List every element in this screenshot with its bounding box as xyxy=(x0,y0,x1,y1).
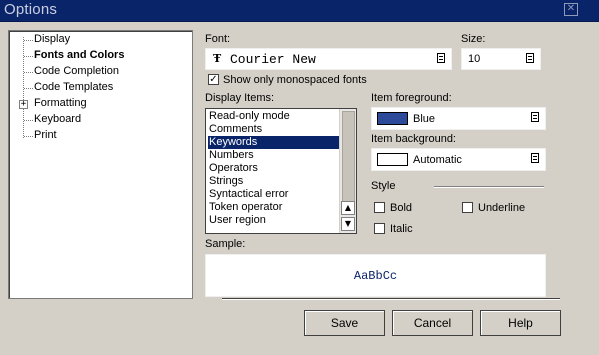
style-divider xyxy=(434,186,544,188)
help-button[interactable]: Help xyxy=(480,310,561,336)
bold-checkbox[interactable] xyxy=(374,202,385,213)
scroll-down-icon[interactable]: ▼ xyxy=(341,217,355,231)
window-title: Options xyxy=(4,1,58,18)
list-item[interactable]: Operators xyxy=(208,162,339,175)
browse-icon[interactable] xyxy=(526,53,534,63)
list-item[interactable]: Numbers xyxy=(208,149,339,162)
italic-checkbox[interactable] xyxy=(374,223,385,234)
tree-item-code-completion[interactable]: Code Completion xyxy=(34,64,119,79)
browse-icon[interactable] xyxy=(437,53,445,63)
style-label: Style xyxy=(371,180,396,192)
font-selector[interactable]: Ŧ Courier New xyxy=(205,48,452,70)
foreground-value: Blue xyxy=(413,113,436,125)
tree-connector xyxy=(24,40,33,41)
close-icon[interactable]: ✕ xyxy=(564,3,578,16)
monospace-label: Show only monospaced fonts xyxy=(223,74,367,86)
item-background-selector[interactable]: Automatic xyxy=(371,148,546,171)
tree-connector xyxy=(24,120,33,121)
sample-label: Sample: xyxy=(205,238,246,250)
size-field[interactable]: 10 xyxy=(461,48,541,70)
foreground-swatch xyxy=(377,112,408,125)
scrollbar[interactable]: ▲ ▼ xyxy=(339,109,356,233)
button-divider xyxy=(222,298,560,300)
list-item[interactable]: Read-only mode xyxy=(208,110,339,123)
sample-text: AaBbCc xyxy=(353,269,398,283)
browse-icon[interactable] xyxy=(531,153,539,163)
tree-item-formatting[interactable]: Formatting xyxy=(34,96,87,111)
title-bar[interactable]: Options ✕ xyxy=(0,0,599,22)
item-foreground-selector[interactable]: Blue xyxy=(371,107,546,130)
font-icon: Ŧ xyxy=(213,52,222,65)
tree-item-print[interactable]: Print xyxy=(34,128,57,143)
background-value: Automatic xyxy=(413,154,462,166)
cancel-button[interactable]: Cancel xyxy=(392,310,473,336)
tree-connector xyxy=(24,88,33,89)
tree-item-code-templates[interactable]: Code Templates xyxy=(34,80,113,95)
list-item[interactable]: Syntactical error xyxy=(208,188,339,201)
display-items-list: Read-only mode Comments Keywords Numbers… xyxy=(205,108,357,234)
options-dialog: Options ✕ + Display Fonts and Colors Cod… xyxy=(0,0,599,355)
bold-label: Bold xyxy=(390,202,413,214)
scroll-thumb[interactable] xyxy=(342,111,355,203)
underline-checkbox[interactable] xyxy=(462,202,473,213)
display-items-label: Display Items: xyxy=(205,92,275,104)
category-tree: + Display Fonts and Colors Code Completi… xyxy=(8,30,193,299)
item-background-label: Item background: xyxy=(371,133,456,145)
underline-label: Underline xyxy=(478,202,526,214)
sample-preview: AaBbCc xyxy=(205,254,546,297)
tree-connector xyxy=(24,56,33,57)
tree-connector xyxy=(24,72,33,73)
list-item[interactable]: Token operator xyxy=(208,201,339,214)
list-item[interactable]: Strings xyxy=(208,175,339,188)
tree-item-display[interactable]: Display xyxy=(34,32,70,47)
font-label: Font: xyxy=(205,33,231,45)
item-foreground-label: Item foreground: xyxy=(371,92,452,104)
tree-item-keyboard[interactable]: Keyboard xyxy=(34,112,81,127)
size-label: Size: xyxy=(461,33,486,45)
list-item[interactable]: Comments xyxy=(208,123,339,136)
expand-icon[interactable]: + xyxy=(19,100,28,109)
italic-label: Italic xyxy=(390,223,413,235)
monospace-checkbox[interactable]: ✓ xyxy=(208,74,219,85)
browse-icon[interactable] xyxy=(531,112,539,122)
tree-connector xyxy=(24,136,33,137)
tree-item-fonts-and-colors[interactable]: Fonts and Colors xyxy=(34,48,124,63)
list-item[interactable]: User region xyxy=(208,214,339,227)
background-swatch xyxy=(377,153,408,166)
save-button[interactable]: Save xyxy=(304,310,385,336)
scroll-up-icon[interactable]: ▲ xyxy=(341,201,355,215)
list-item[interactable]: Keywords xyxy=(208,136,339,149)
size-value: 10 xyxy=(468,53,481,65)
font-value: Courier New xyxy=(230,52,316,67)
